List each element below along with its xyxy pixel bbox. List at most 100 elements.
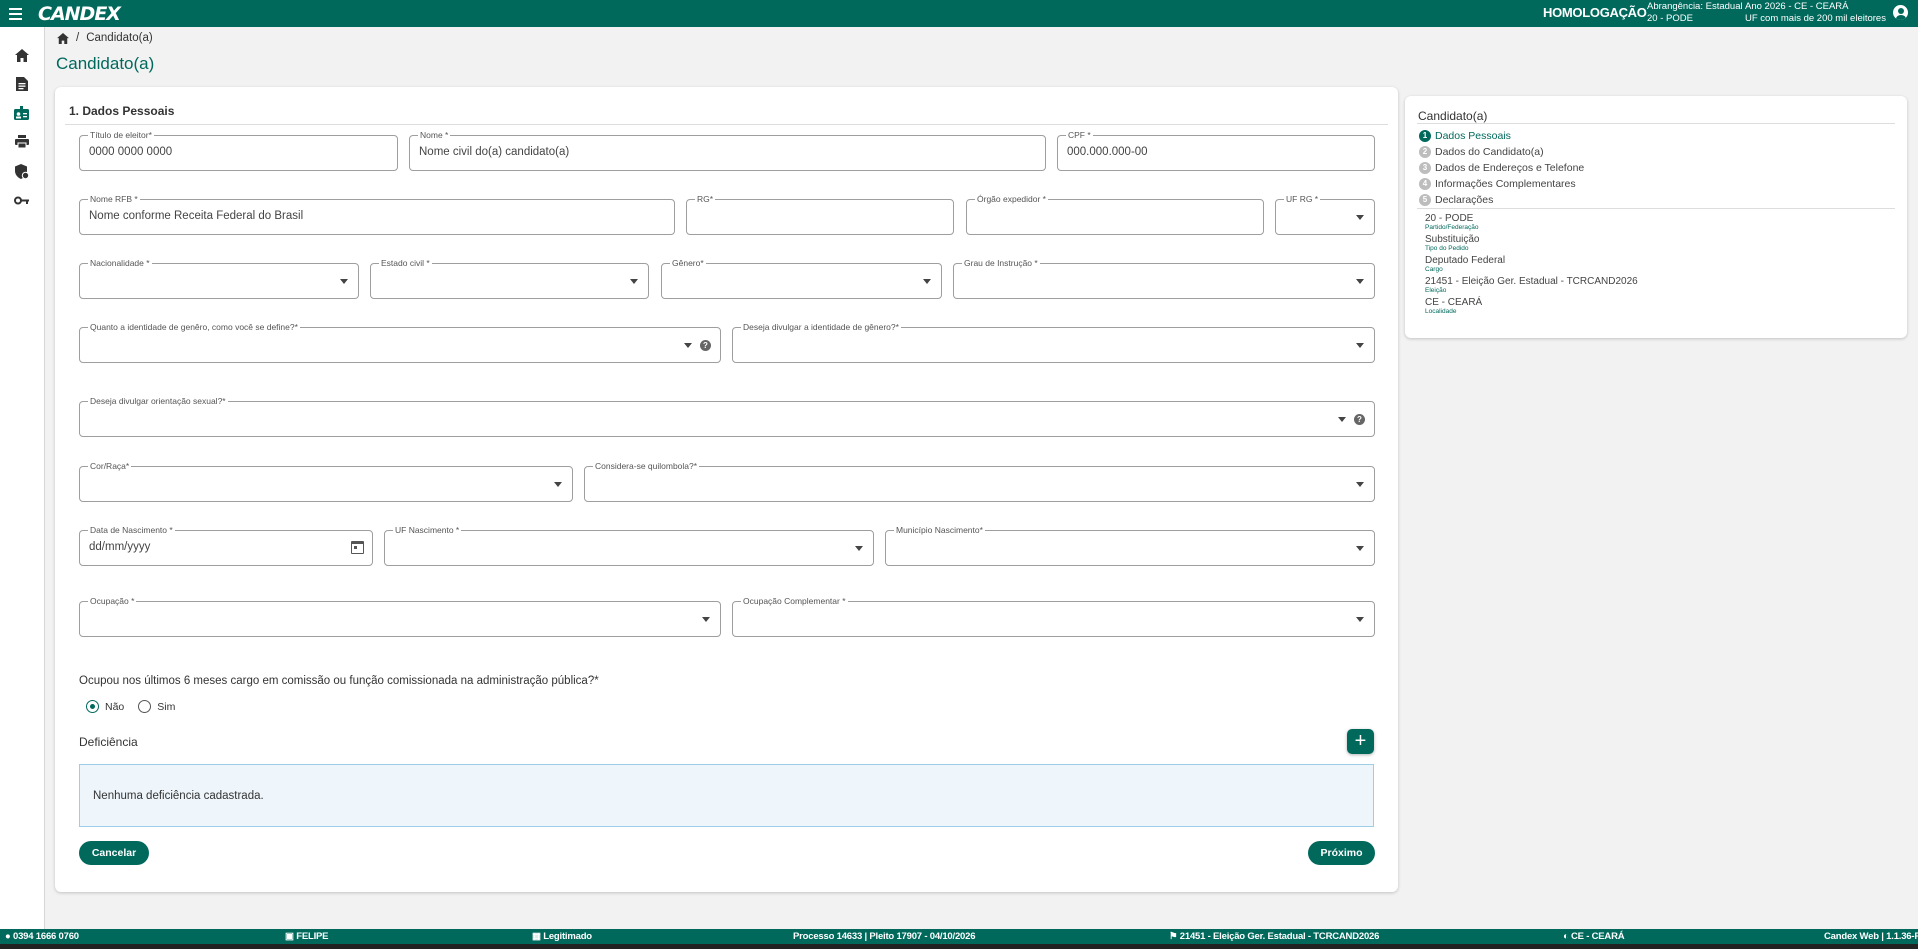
election-text: 21451 - Eleição Ger. Estadual - TCRCAND2… [1179,931,1380,942]
rg-field[interactable]: RG* [686,194,954,235]
nome-rfb-field[interactable]: Nome RFB * Nome conforme Receita Federal… [79,194,675,235]
summary-value: Substituição [1425,234,1480,245]
chevron-down-icon [1356,482,1364,487]
step-number: 2 [1419,146,1431,158]
menu-icon[interactable] [9,4,29,24]
summary-party: 20 - PODE Partido/Federação [1425,213,1638,232]
ocupacao-complementar-select[interactable]: Ocupação Complementar * [732,596,1375,637]
summary-locality: CE - CEARÁ Localidade [1425,297,1638,316]
status-version: Candex Web | 1.1.36-RC [1824,931,1918,942]
scope-info: Abrangência: Estadual 20 - PODE [1647,1,1743,25]
cor-raca-select[interactable]: Cor/Raça* [79,461,573,502]
environment-label: HOMOLOGAÇÃO [1543,5,1647,20]
summary-key: Eleição [1425,287,1447,294]
year-info: Ano 2026 - CE - CEARÁ UF com mais de 200… [1745,1,1886,25]
key-icon[interactable] [13,192,30,209]
deficiency-title: Deficiência [79,735,138,749]
year-line: Ano 2026 - CE - CEARÁ [1745,1,1849,12]
uf-nascimento-select[interactable]: UF Nascimento * [384,525,874,566]
step-dados-pessoais[interactable]: 1 Dados Pessoais [1419,128,1584,144]
document-icon[interactable] [13,75,30,92]
step-label: Declarações [1435,194,1494,206]
chevron-down-icon [684,343,692,348]
radio-nao-label[interactable]: Não [105,701,124,713]
scope-line: Abrangência: Estadual [1647,1,1743,12]
cancel-button[interactable]: Cancelar [79,841,149,865]
printer-icon[interactable] [13,133,30,150]
account-circle-icon[interactable] [1893,5,1908,20]
uf-line: UF com mais de 200 mil eleitores [1745,13,1886,24]
divulgar-identidade-label: Deseja divulgar a identidade de gênero?* [741,322,901,332]
data-nascimento-field[interactable]: Data de Nascimento * dd/mm/yyyy [79,525,373,566]
calendar-icon[interactable] [351,541,364,554]
personal-data-form-card: 1. Dados Pessoais Título de eleitor* 000… [55,87,1398,892]
step-label: Dados Pessoais [1435,130,1511,142]
summary-key: Localidade [1425,308,1457,315]
status-user-id: ● 0394 1666 0760 [5,931,79,942]
candidate-badge-icon[interactable] [13,104,30,121]
add-deficiency-button[interactable]: + [1347,729,1374,754]
step-enderecos-telefone[interactable]: 3 Dados de Endereços e Telefone [1419,160,1584,176]
nacionalidade-select[interactable]: Nacionalidade * [79,258,359,299]
summary-title: Candidato(a) [1418,109,1488,123]
chevron-down-icon [340,279,348,284]
step-declaracoes[interactable]: 5 Declarações [1419,192,1584,208]
uf-rg-select[interactable]: UF RG * [1275,194,1375,235]
status-bar: ● 0394 1666 0760 ▣ FELIPE ▦ Legitimado P… [0,929,1918,944]
orientacao-sexual-select[interactable]: Deseja divulgar orientação sexual?* ? [79,396,1375,437]
summary-key: Partido/Federação [1425,224,1479,231]
radio-sim-label[interactable]: Sim [157,701,175,713]
quilombola-select[interactable]: Considera-se quilombola?* [584,461,1375,502]
radio-sim[interactable] [138,700,152,713]
nome-rfb-value: Nome conforme Receita Federal do Brasil [89,210,304,222]
cpf-label: CPF * [1066,130,1093,140]
section-title: 1. Dados Pessoais [69,104,175,118]
chevron-down-icon [554,482,562,487]
titulo-eleitor-value: 0000 0000 0000 [89,146,173,158]
grau-instrucao-label: Grau de Instrução * [962,258,1040,268]
titulo-eleitor-field[interactable]: Título de eleitor* 0000 0000 0000 [79,130,398,171]
chevron-down-icon [923,279,931,284]
step-dados-candidato[interactable]: 2 Dados do Candidato(a) [1419,144,1584,160]
chevron-down-icon [1338,417,1346,422]
summary-office: Deputado Federal Cargo [1425,255,1638,274]
uf-rg-label: UF RG * [1284,194,1321,204]
help-icon[interactable]: ? [700,340,711,351]
cpf-field[interactable]: CPF * 000.000.000-00 [1057,130,1375,171]
ocupacao-select[interactable]: Ocupação * [79,596,721,637]
orgao-expedidor-field[interactable]: Órgão expedidor * [966,194,1264,235]
step-number: 3 [1419,162,1431,174]
uf-nascimento-label: UF Nascimento * [393,525,462,535]
locality-icon: ◐ [1563,931,1569,942]
steps-list: 1 Dados Pessoais 2 Dados do Candidato(a)… [1419,128,1584,208]
breadcrumb-current: Candidato(a) [86,32,153,44]
divulgar-identidade-select[interactable]: Deseja divulgar a identidade de gênero?* [732,322,1375,363]
nome-field[interactable]: Nome * Nome civil do(a) candidato(a) [409,130,1046,171]
user-circle-icon: ● [5,931,11,942]
identidade-genero-select[interactable]: Quanto a identidade de genêro, como você… [79,322,721,363]
estado-civil-select[interactable]: Estado civil * [370,258,649,299]
breadcrumb-home-icon[interactable] [57,32,69,44]
cpf-value: 000.000.000-00 [1067,146,1148,158]
candidate-summary-card: Candidato(a) 1 Dados Pessoais 2 Dados do… [1405,96,1907,338]
shield-settings-icon[interactable] [13,163,30,180]
radio-nao[interactable] [86,700,99,713]
municipio-nascimento-label: Município Nascimento* [894,525,985,535]
cor-raca-label: Cor/Raça* [88,461,132,471]
municipio-nascimento-select[interactable]: Município Nascimento* [885,525,1375,566]
genero-label: Gênero* [670,258,706,268]
orgao-expedidor-label: Órgão expedidor * [975,194,1048,204]
genero-select[interactable]: Gênero* [661,258,942,299]
nome-rfb-label: Nome RFB * [88,194,140,204]
chevron-down-icon [1356,546,1364,551]
badge-icon: ▦ [532,931,541,942]
grau-instrucao-select[interactable]: Grau de Instrução * [953,258,1375,299]
chevron-down-icon [702,617,710,622]
data-nascimento-label: Data de Nascimento * [88,525,175,535]
summary-key: Cargo [1425,266,1443,273]
home-icon[interactable] [13,47,30,64]
section-divider [65,124,1388,125]
next-button[interactable]: Próximo [1308,841,1375,865]
step-informacoes-complementares[interactable]: 4 Informações Complementares [1419,176,1584,192]
help-icon[interactable]: ? [1354,414,1365,425]
